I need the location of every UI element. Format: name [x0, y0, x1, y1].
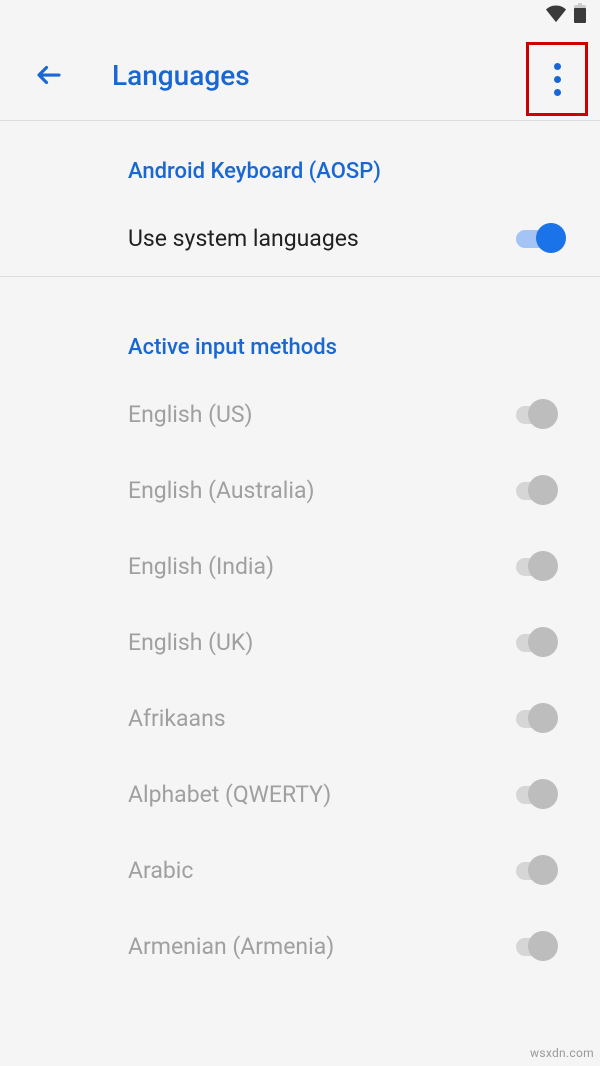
- language-label: English (UK): [128, 629, 253, 656]
- language-switch[interactable]: [516, 474, 566, 506]
- language-row[interactable]: English (India): [0, 528, 600, 604]
- language-switch[interactable]: [516, 626, 566, 658]
- header: Languages: [0, 30, 600, 120]
- language-label: English (Australia): [128, 477, 315, 504]
- language-list: English (US) English (Australia) English (…: [0, 376, 600, 984]
- section-header-active-methods: Active input methods: [0, 307, 600, 376]
- language-label: Afrikaans: [128, 705, 226, 732]
- page-title: Languages: [112, 59, 250, 92]
- watermark: wsxdn.com: [530, 1046, 594, 1060]
- language-label: English (US): [128, 401, 253, 428]
- language-switch[interactable]: [516, 854, 566, 886]
- language-row[interactable]: Armenian (Armenia): [0, 908, 600, 984]
- battery-icon: [574, 3, 586, 27]
- language-label: Armenian (Armenia): [128, 933, 334, 960]
- language-label: Alphabet (QWERTY): [128, 781, 331, 808]
- more-options-button[interactable]: [526, 42, 588, 116]
- status-bar: [0, 0, 600, 30]
- more-vertical-icon: [554, 63, 561, 96]
- language-row[interactable]: Arabic: [0, 832, 600, 908]
- section-header-keyboard: Android Keyboard (AOSP): [0, 131, 600, 200]
- language-row[interactable]: English (UK): [0, 604, 600, 680]
- back-button[interactable]: [28, 54, 70, 96]
- language-row[interactable]: Alphabet (QWERTY): [0, 756, 600, 832]
- language-label: Arabic: [128, 857, 193, 884]
- language-switch[interactable]: [516, 550, 566, 582]
- language-switch[interactable]: [516, 930, 566, 962]
- content: Android Keyboard (AOSP) Use system langu…: [0, 121, 600, 984]
- language-switch[interactable]: [516, 778, 566, 810]
- arrow-left-icon: [34, 60, 64, 90]
- wifi-icon: [546, 3, 566, 27]
- language-row[interactable]: Afrikaans: [0, 680, 600, 756]
- row-label: Use system languages: [128, 225, 359, 252]
- use-system-languages-row[interactable]: Use system languages: [0, 200, 600, 276]
- use-system-languages-switch[interactable]: [516, 222, 566, 254]
- language-switch[interactable]: [516, 702, 566, 734]
- language-label: English (India): [128, 553, 274, 580]
- language-row[interactable]: English (US): [0, 376, 600, 452]
- language-switch[interactable]: [516, 398, 566, 430]
- language-row[interactable]: English (Australia): [0, 452, 600, 528]
